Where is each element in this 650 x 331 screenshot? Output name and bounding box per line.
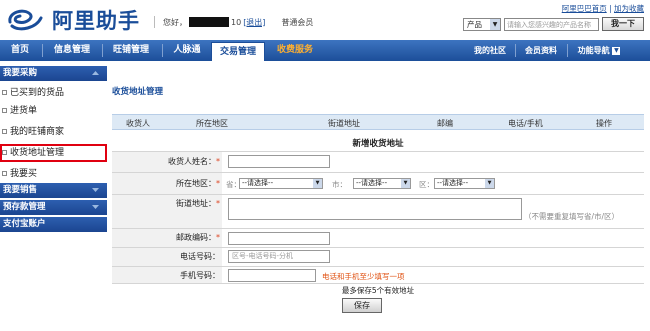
function-guide-label: 功能导航 [577,46,610,55]
header: 阿里助手 您好， 10 [退出] 普通会员 阿里巴巴首页 | 加为收藏 产品 ▼… [0,0,650,40]
region-label: 所在地区：* [112,173,222,194]
zip-code-input[interactable] [228,232,330,245]
mobile-hint: 电话和手机至少填写一项 [322,272,405,281]
search-category-value: 产品 [467,19,482,29]
alibaba-home-link[interactable]: 阿里巴巴首页 [562,4,607,13]
bullet-icon [2,90,7,95]
district-label: 区： [419,180,434,189]
receiver-label: 收货人姓名：* [112,152,222,172]
nav-paid-services[interactable]: 收费服务 [270,40,320,61]
member-level: 普通会员 [281,17,314,27]
col-phone: 电话/手机 [508,119,543,128]
nav-member-profile[interactable]: 会员资料 [519,40,563,61]
sidebar-item-label: 已买到的货品 [10,88,65,98]
nav-shop-management[interactable]: 旺铺管理 [106,40,156,61]
sidebar-item-label: 进货单 [10,106,38,116]
chevron-down-icon: ▼ [490,18,500,30]
address-table-header: 收货人 所在地区 街道地址 邮编 电话/手机 操作 [112,114,644,130]
zip-label: 邮政编码：* [112,229,222,247]
nav-home[interactable]: 首页 [6,40,34,61]
row-zip: 邮政编码：* [112,228,644,247]
col-street: 街道地址 [328,119,360,128]
sidebar-section-purchase[interactable]: 我要采购 [0,66,107,81]
add-favorite-link[interactable]: 加为收藏 [614,4,644,13]
nav-function-guide[interactable]: 功能导航 ▼ [570,40,628,61]
row-region: 所在地区：* 省： --请选择-- ▼ 市： --请选择-- ▼ 区： --请选择-… [112,172,644,194]
search-button[interactable]: 我一下 [602,17,644,31]
section-title: 我要采购 [3,68,38,78]
chevron-down-icon: ▼ [485,179,494,188]
sidebar-item-label: 收货地址管理 [10,148,65,158]
section-title: 支付宝账户 [3,219,46,229]
section-title: 预存款管理 [3,202,46,212]
city-select[interactable]: --请选择-- ▼ [353,178,411,189]
greeting-text: 您好， [163,17,187,27]
sidebar-section-alipay[interactable]: 支付宝账户 [0,217,107,232]
max-address-note: 最多保存5个有效地址 [341,286,415,295]
district-select[interactable]: --请选择-- ▼ [434,178,495,189]
col-receiver: 收货人 [126,119,150,128]
street-address-textarea[interactable] [228,198,522,220]
city-label: 市： [332,180,347,189]
section-title: 我要销售 [3,185,38,195]
row-receiver: 收货人姓名：* [112,151,644,172]
username-redacted [189,17,229,27]
mobile-label: 手机号码： [112,267,222,283]
bullet-icon [2,108,7,113]
chevron-down-icon: ▼ [313,179,322,188]
receiver-name-input[interactable] [228,155,330,168]
main-content: 收货地址管理 收货人 所在地区 街道地址 邮编 电话/手机 操作 新增收货地址 … [112,66,644,331]
save-button[interactable]: 保存 [342,298,382,313]
row-mobile: 手机号码： 电话和手机至少填写一项 [112,266,644,284]
bullet-icon [2,171,7,176]
user-greeting: 您好， 10 [退出] 普通会员 [154,16,313,28]
sidebar-item-my-merchants[interactable]: 我的旺铺商家 [0,123,107,141]
sidebar-item-address-management[interactable]: 收货地址管理 [0,144,107,162]
mobile-input[interactable] [228,269,316,282]
bullet-icon [2,150,7,155]
phone-label: 电话号码： [112,248,222,266]
sidebar: 我要采购 已买到的货品 进货单 我的旺铺商家 收货地址管理 我要买 我要销售 预… [0,66,107,331]
bullet-icon [2,129,7,134]
sidebar-item-want-buy[interactable]: 我要买 [0,165,107,183]
nav-info-management[interactable]: 信息管理 [47,40,97,61]
street-label: 街道地址：* [112,195,222,228]
col-zip: 邮编 [437,119,453,128]
col-action: 操作 [596,119,612,128]
chevron-down-icon: ▼ [401,179,410,188]
expand-arrow-icon[interactable] [92,188,99,192]
form-title: 新增收货地址 [352,139,404,149]
search-category-select[interactable]: 产品 ▼ [463,17,501,31]
col-region: 所在地区 [196,119,228,128]
row-phone: 电话号码： 区号-电话号码-分机 [112,247,644,266]
nav-trade-management[interactable]: 交易管理 [211,42,265,61]
search-input[interactable]: 请输入您感兴趣的产品名称 [504,17,599,31]
top-links: 阿里巴巴首页 | 加为收藏 [561,4,644,13]
expand-arrow-icon[interactable] [92,205,99,209]
logout-link[interactable]: [退出] [243,17,265,28]
sidebar-item-label: 我要买 [10,169,38,179]
nav-my-community[interactable]: 我的社区 [468,40,512,61]
greeting-suffix: 10 [231,17,242,27]
row-street: 街道地址：* （不需要重复填写省/市/区） [112,194,644,228]
dropdown-icon: ▼ [612,46,621,55]
street-hint: （不需要重复填写省/市/区） [524,212,620,221]
province-select[interactable]: --请选择-- ▼ [239,178,323,189]
alibaba-logo-icon[interactable] [6,6,44,32]
sidebar-section-sales[interactable]: 我要销售 [0,183,107,198]
collapse-arrow-icon[interactable] [92,71,99,75]
sidebar-item-label: 我的旺铺商家 [10,127,65,137]
app-title: 阿里助手 [52,9,140,33]
sidebar-item-purchase-list[interactable]: 进货单 [0,102,107,120]
main-nav: 首页 信息管理 旺铺管理 人脉通 交易管理 收费服务 我的社区 会员资料 功能导… [0,40,650,61]
page-title: 收货地址管理 [112,87,164,97]
sidebar-section-prepaid[interactable]: 预存款管理 [0,200,107,215]
phone-input[interactable]: 区号-电话号码-分机 [228,250,330,263]
search-bar: 产品 ▼ 请输入您感兴趣的产品名称 我一下 [463,17,644,31]
nav-contacts[interactable]: 人脉通 [167,40,207,61]
sidebar-item-purchased-goods[interactable]: 已买到的货品 [0,84,107,102]
